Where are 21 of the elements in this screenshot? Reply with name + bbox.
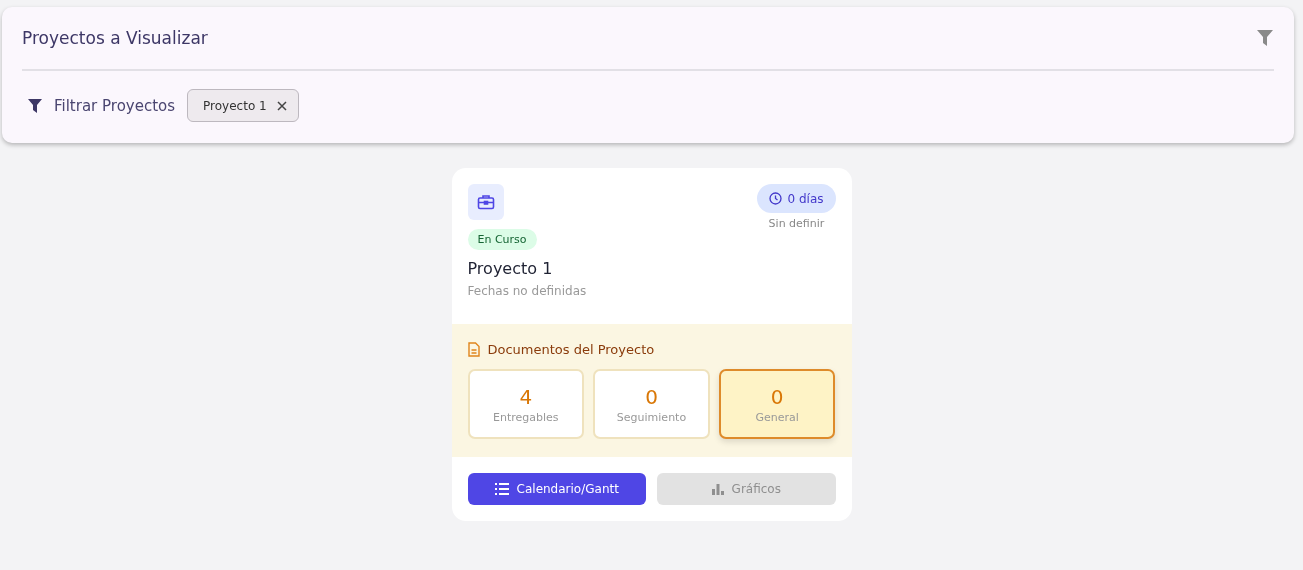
duration-badge: 0 días <box>757 184 836 213</box>
calendar-button[interactable]: Calendario/Gantt <box>467 473 646 505</box>
documents-title: Documentos del Proyecto <box>487 342 655 357</box>
document-icon <box>467 342 480 357</box>
duration-note: Sin definir <box>768 217 825 230</box>
close-icon[interactable] <box>274 98 289 113</box>
clock-icon <box>769 192 783 205</box>
filter-chip[interactable]: Proyecto 1 <box>187 89 299 122</box>
document-count-tile[interactable]: 0 General <box>718 369 836 439</box>
project-name: Proyecto 1 <box>467 259 554 278</box>
briefcase-icon <box>476 194 495 210</box>
document-count-tile[interactable]: 0 Seguimiento <box>593 369 710 439</box>
list-icon <box>494 483 509 495</box>
filter-icon <box>28 98 42 113</box>
document-count-tile[interactable]: 4 Entregables <box>467 369 585 439</box>
filter-icon[interactable] <box>1256 29 1274 47</box>
panel-title: Proyectos a Visualizar <box>22 28 208 48</box>
filter-label: Filtrar Proyectos <box>54 96 176 115</box>
status-badge: En Curso <box>467 229 537 250</box>
bar-chart-icon <box>711 483 724 495</box>
project-dates: Fechas no definidas <box>467 284 588 298</box>
